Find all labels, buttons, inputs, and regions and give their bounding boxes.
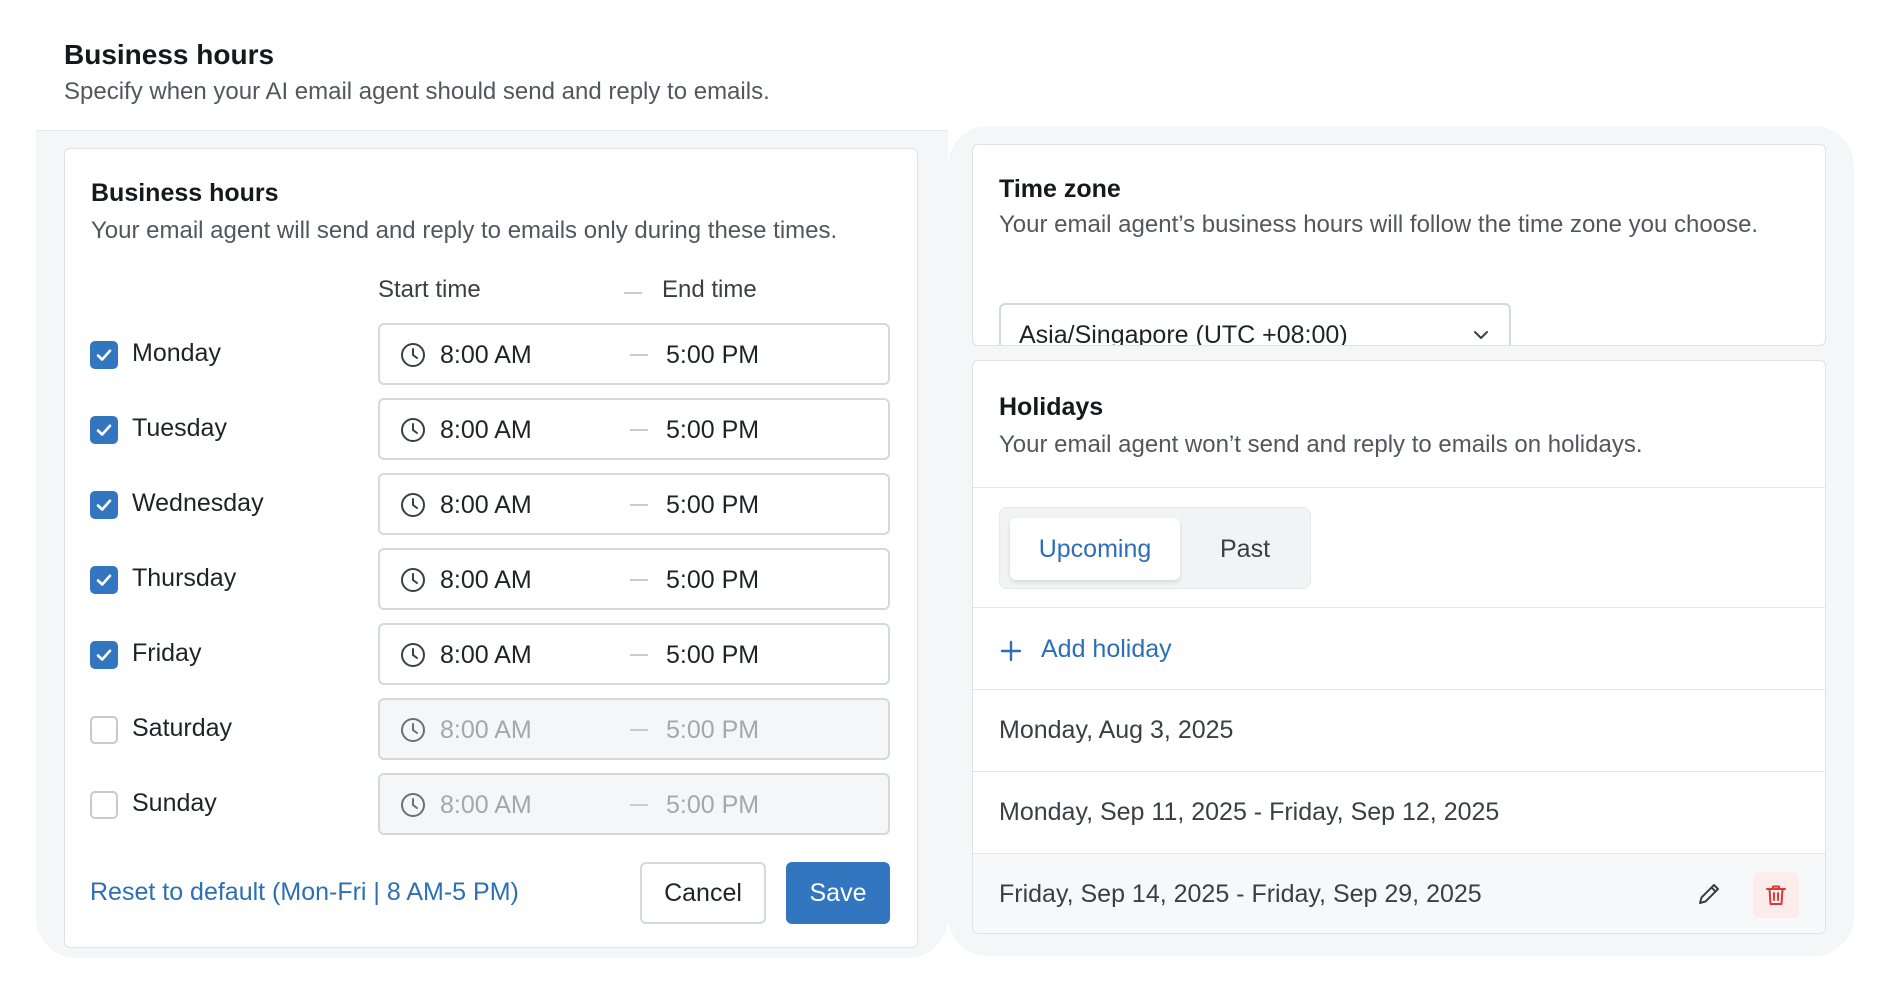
checkmark-icon <box>96 649 112 661</box>
clock-icon <box>401 418 425 442</box>
thursday-checkbox[interactable] <box>90 566 118 594</box>
tab-past[interactable]: Past <box>1190 518 1300 580</box>
wednesday-checkbox[interactable] <box>90 491 118 519</box>
page-subtitle: Specify when your AI email agent should … <box>64 78 770 105</box>
day-row-tuesday: Tuesday 8:00 AM 5:00 PM <box>90 398 890 460</box>
add-holiday-label: Add holiday <box>1041 635 1172 663</box>
time-zone-description: Your email agent’s business hours will f… <box>999 211 1759 238</box>
end-time-value: 5:00 PM <box>666 416 760 444</box>
day-row-saturday: Saturday 8:00 AM 5:00 PM <box>90 698 890 760</box>
checkmark-icon <box>96 349 112 361</box>
time-separator <box>630 504 648 506</box>
checkmark-icon <box>96 574 112 586</box>
time-separator <box>630 429 648 431</box>
end-time-value: 5:00 PM <box>666 491 760 519</box>
clock-icon <box>401 718 425 742</box>
start-time-value: 8:00 AM <box>440 491 532 519</box>
day-row-friday: Friday 8:00 AM 5:00 PM <box>90 623 890 685</box>
friday-time-range[interactable]: 8:00 AM 5:00 PM <box>378 623 890 685</box>
checkmark-icon <box>96 499 112 511</box>
holiday-item[interactable]: Monday, Aug 3, 2025 <box>973 690 1825 772</box>
holiday-tabs: Upcoming Past <box>999 507 1311 589</box>
checkmark-icon <box>96 424 112 436</box>
time-zone-title: Time zone <box>999 175 1121 203</box>
trash-icon[interactable] <box>1753 872 1799 918</box>
business-hours-card-title: Business hours <box>91 179 279 207</box>
holidays-description: Your email agent won’t send and reply to… <box>999 431 1643 458</box>
reset-to-default-link[interactable]: Reset to default (Mon-Fri | 8 AM-5 PM) <box>90 878 519 907</box>
start-time-value: 8:00 AM <box>440 641 532 669</box>
end-time-value: 5:00 PM <box>666 341 760 369</box>
clock-icon <box>401 568 425 592</box>
end-time-header: End time <box>662 276 757 303</box>
day-row-wednesday: Wednesday 8:00 AM 5:00 PM <box>90 473 890 535</box>
header-separator-dash <box>624 292 642 294</box>
clock-icon <box>401 493 425 517</box>
thursday-time-range[interactable]: 8:00 AM 5:00 PM <box>378 548 890 610</box>
monday-time-range[interactable]: 8:00 AM 5:00 PM <box>378 323 890 385</box>
chevron-down-icon <box>1474 331 1488 339</box>
start-time-value: 8:00 AM <box>440 716 532 744</box>
divider <box>973 487 1825 488</box>
saturday-checkbox[interactable] <box>90 716 118 744</box>
start-time-value: 8:00 AM <box>440 416 532 444</box>
tuesday-checkbox[interactable] <box>90 416 118 444</box>
start-time-header: Start time <box>378 276 481 303</box>
holiday-item[interactable]: Friday, Sep 14, 2025 - Friday, Sep 29, 2… <box>973 854 1825 933</box>
pencil-icon[interactable] <box>1689 874 1729 914</box>
start-time-value: 8:00 AM <box>440 791 532 819</box>
monday-checkbox[interactable] <box>90 341 118 369</box>
time-separator <box>630 804 648 806</box>
day-row-sunday: Sunday 8:00 AM 5:00 PM <box>90 773 890 835</box>
page-title: Business hours <box>64 39 275 70</box>
time-zone-selected-value: Asia/Singapore (UTC +08:00) <box>1019 321 1348 346</box>
end-time-value: 5:00 PM <box>666 566 760 594</box>
start-time-value: 8:00 AM <box>440 566 532 594</box>
day-row-monday: Monday 8:00 AM 5:00 PM <box>90 323 890 385</box>
day-label: Tuesday <box>132 414 227 442</box>
time-separator <box>630 729 648 731</box>
time-zone-card: Time zone Your email agent’s business ho… <box>972 144 1826 346</box>
day-label: Saturday <box>132 714 233 742</box>
day-label: Monday <box>132 339 221 367</box>
end-time-value: 5:00 PM <box>666 791 760 819</box>
clock-icon <box>401 793 425 817</box>
sunday-checkbox[interactable] <box>90 791 118 819</box>
page-header: Business hours Specify when your AI emai… <box>64 38 770 108</box>
holiday-date: Monday, Sep 11, 2025 - Friday, Sep 12, 2… <box>999 798 1500 826</box>
holidays-title: Holidays <box>999 393 1104 421</box>
saturday-time-range: 8:00 AM 5:00 PM <box>378 698 890 760</box>
time-zone-select[interactable]: Asia/Singapore (UTC +08:00) <box>999 303 1511 346</box>
holidays-card: Holidays Your email agent won’t send and… <box>972 360 1826 934</box>
friday-checkbox[interactable] <box>90 641 118 669</box>
holiday-item[interactable]: Monday, Sep 11, 2025 - Friday, Sep 12, 2… <box>973 772 1825 854</box>
day-label: Thursday <box>132 564 237 592</box>
day-label: Friday <box>132 639 202 667</box>
tuesday-time-range[interactable]: 8:00 AM 5:00 PM <box>378 398 890 460</box>
tab-upcoming[interactable]: Upcoming <box>1010 518 1180 580</box>
day-label: Sunday <box>132 789 217 817</box>
save-button[interactable]: Save <box>786 862 890 924</box>
plus-icon <box>1000 640 1022 662</box>
time-separator <box>630 654 648 656</box>
end-time-value: 5:00 PM <box>666 641 760 669</box>
clock-icon <box>401 643 425 667</box>
cancel-button[interactable]: Cancel <box>640 862 766 924</box>
start-time-value: 8:00 AM <box>440 341 532 369</box>
time-separator <box>630 579 648 581</box>
sunday-time-range: 8:00 AM 5:00 PM <box>378 773 890 835</box>
time-separator <box>630 354 648 356</box>
holiday-date: Monday, Aug 3, 2025 <box>999 716 1234 744</box>
day-row-thursday: Thursday 8:00 AM 5:00 PM <box>90 548 890 610</box>
business-hours-card-description: Your email agent will send and reply to … <box>91 217 838 244</box>
wednesday-time-range[interactable]: 8:00 AM 5:00 PM <box>378 473 890 535</box>
clock-icon <box>401 343 425 367</box>
holiday-date: Friday, Sep 14, 2025 - Friday, Sep 29, 2… <box>999 880 1482 908</box>
day-label: Wednesday <box>132 489 264 517</box>
end-time-value: 5:00 PM <box>666 716 760 744</box>
divider <box>973 607 1825 608</box>
